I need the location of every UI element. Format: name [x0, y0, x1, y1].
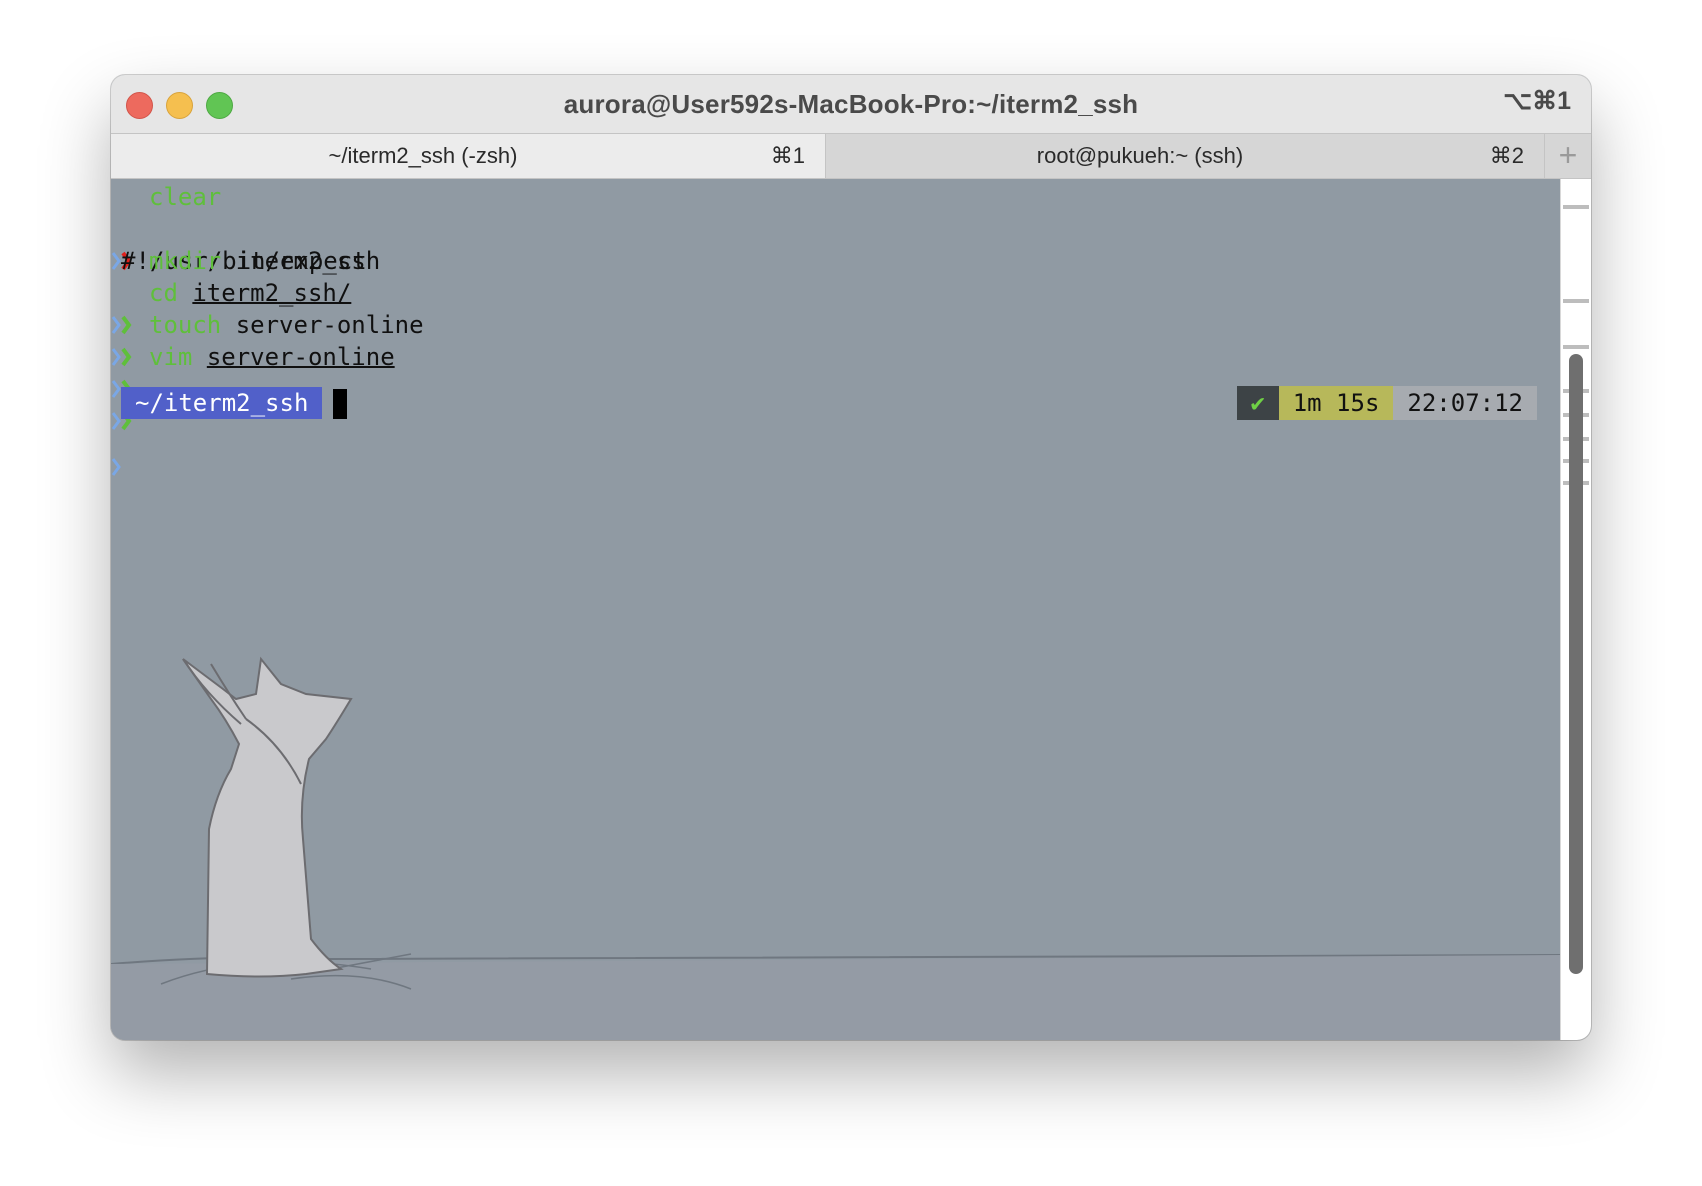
command-args: server-online — [235, 311, 424, 339]
tab-shortcut: ⌘1 — [770, 143, 805, 168]
tab-shortcut: ⌘2 — [1489, 143, 1524, 168]
prompt-error-arrow-icon — [111, 181, 137, 271]
command-text: clear — [149, 183, 222, 211]
tab-root-ssh[interactable]: root@pukueh:~ (ssh) ⌘2 — [825, 134, 1544, 178]
tab-label: ~/iterm2_ssh (-zsh) — [328, 143, 518, 168]
title-bar[interactable]: aurora@User592s-MacBook-Pro:~/iterm2_ssh… — [111, 75, 1591, 133]
prompt-time: 22:07:12 — [1393, 386, 1537, 420]
right-prompt: ✔ 1m 15s 22:07:12 — [1236, 386, 1537, 420]
command-text: touch — [149, 311, 222, 339]
status-check-icon: ✔ — [1236, 386, 1279, 420]
terminal-line: touch server-online — [111, 309, 424, 399]
current-prompt-line[interactable]: ~/iterm2_ssh — [111, 387, 511, 476]
command-args: server-online — [206, 343, 395, 371]
tab-iterm2-ssh[interactable]: ~/iterm2_ssh (-zsh) ⌘1 — [111, 134, 825, 178]
prompt-directory: ~/iterm2_ssh — [121, 387, 323, 419]
terminal-line: vim server-online — [111, 341, 395, 431]
scroll-mark — [1563, 345, 1589, 349]
command-text: vim — [149, 343, 193, 371]
command-duration: 1m 15s — [1278, 386, 1394, 420]
prompt-arrow-icon — [111, 277, 137, 367]
window-shortcut: ⌥⌘1 — [1503, 87, 1571, 115]
tab-label: root@pukueh:~ (ssh) — [1036, 143, 1244, 168]
scrollbar-thumb[interactable] — [1569, 354, 1583, 974]
text-cursor — [333, 389, 347, 419]
terminal-line: clear — [111, 181, 221, 271]
prompt-arrow-icon — [111, 341, 137, 431]
command-args: iterm2_ssh/ — [192, 279, 352, 307]
terminal-content[interactable]: clear #!/usr/bin/expect mkdir iterm2_ssh… — [111, 179, 1561, 1040]
scroll-mark — [1563, 299, 1589, 303]
scroll-mark — [1563, 205, 1589, 209]
window-title: aurora@User592s-MacBook-Pro:~/iterm2_ssh — [563, 89, 1139, 119]
prompt-arrow-icon — [111, 245, 137, 335]
terminal-window: aurora@User592s-MacBook-Pro:~/iterm2_ssh… — [111, 75, 1591, 1040]
terminal-line: mkdir iterm2_ssh — [111, 245, 380, 335]
terminal-line: cd iterm2_ssh/ — [111, 277, 351, 367]
prompt-arrow-icon — [111, 309, 137, 399]
command-text: cd — [149, 279, 178, 307]
command-text: mkdir — [149, 247, 222, 275]
command-args: iterm2_ssh — [235, 247, 381, 275]
scrollbar[interactable] — [1560, 179, 1591, 1040]
new-tab-button[interactable]: + — [1544, 134, 1591, 178]
terminal-output-line: #!/usr/bin/expect — [111, 213, 367, 275]
tab-bar: ~/iterm2_ssh (-zsh) ⌘1 root@pukueh:~ (ss… — [111, 133, 1591, 179]
